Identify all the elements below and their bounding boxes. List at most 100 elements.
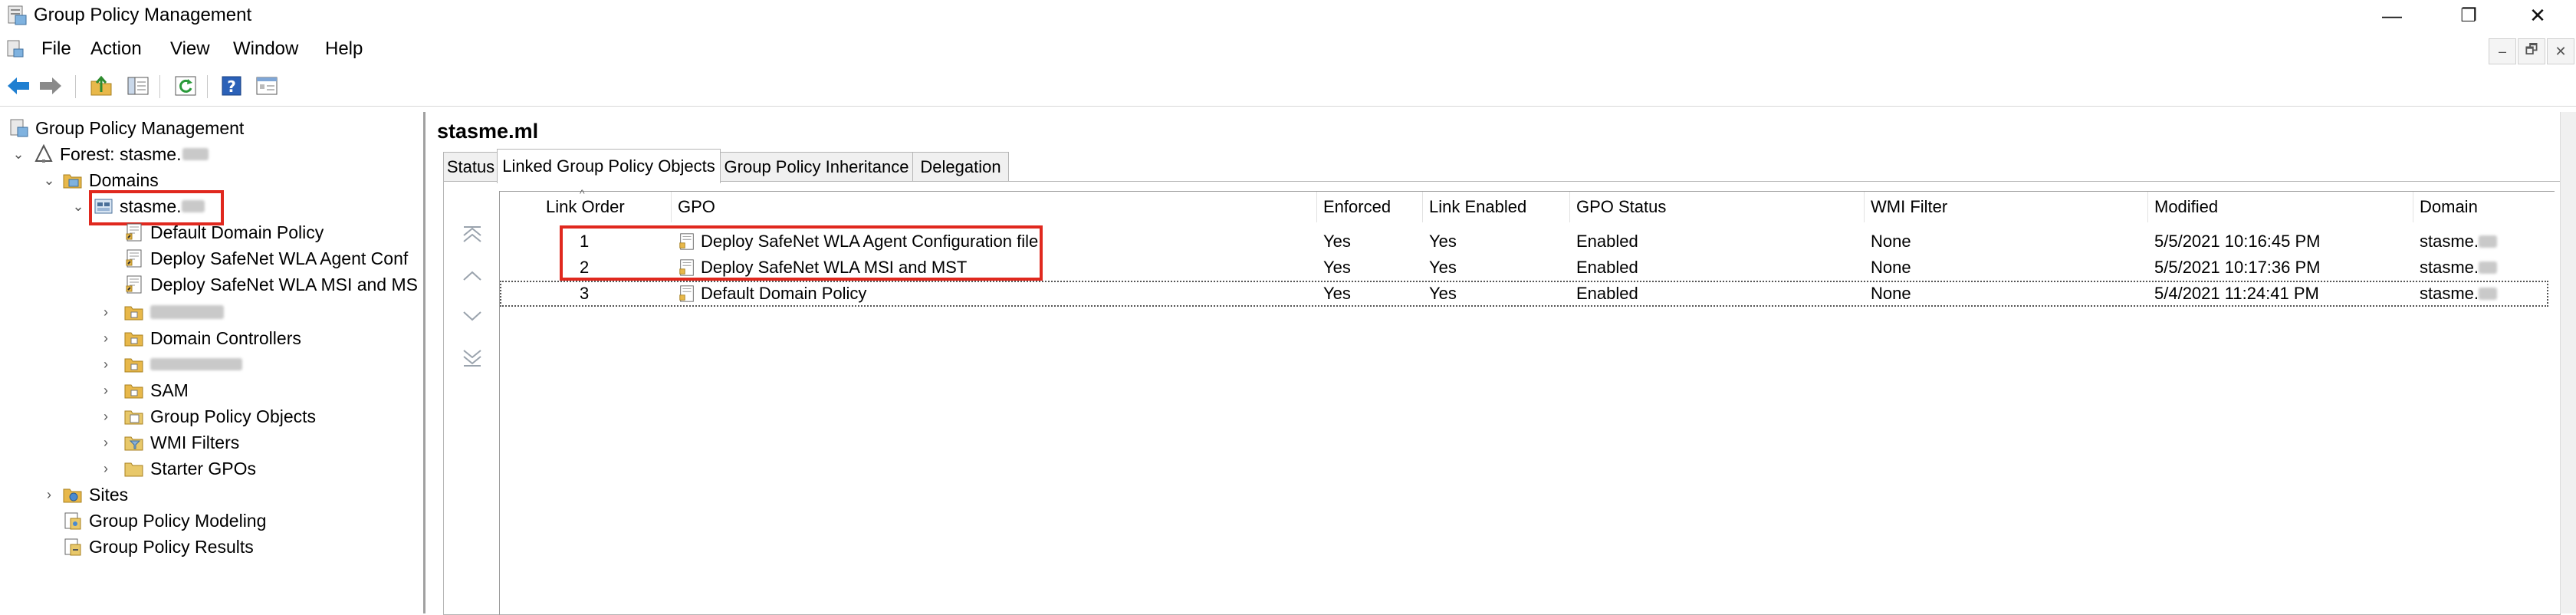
tree-domains[interactable]: Domains xyxy=(63,167,159,193)
tree-label: Deploy SafeNet WLA Agent Conf xyxy=(150,248,409,268)
cell-gpo-status: Enabled xyxy=(1576,232,1638,251)
toolbar-separator xyxy=(159,75,160,98)
cell-modified: 5/5/2021 10:16:45 PM xyxy=(2154,232,2321,251)
column-header-gpo[interactable]: GPO xyxy=(672,192,1317,222)
column-header-enforced[interactable]: Enforced xyxy=(1317,192,1423,222)
back-button[interactable] xyxy=(5,72,32,100)
column-header-modified[interactable]: Modified xyxy=(2148,192,2413,222)
menu-window[interactable]: Window xyxy=(233,38,298,60)
tree-starter-gpos[interactable]: Starter GPOs xyxy=(124,455,256,482)
ou-folder-icon xyxy=(124,358,143,373)
redacted-text xyxy=(2479,288,2498,300)
move-bottom-icon xyxy=(463,350,481,367)
move-to-bottom-button[interactable] xyxy=(459,343,485,369)
back-arrow-icon xyxy=(8,77,29,94)
expand-chevron-icon[interactable]: › xyxy=(97,351,115,377)
help-icon: ? xyxy=(222,76,242,96)
expand-chevron-icon[interactable]: › xyxy=(97,403,115,429)
move-down-button[interactable] xyxy=(459,303,485,329)
tree-ou-redacted[interactable] xyxy=(124,351,242,377)
cell-domain: stasme. xyxy=(2420,255,2498,281)
tree-root-gpm[interactable]: Group Policy Management xyxy=(9,115,244,141)
column-header-wmi-filter[interactable]: WMI Filter xyxy=(1865,192,2148,222)
cell-link-enabled: Yes xyxy=(1429,258,1457,277)
tree-label: Default Domain Policy xyxy=(150,222,324,242)
tree-group-policy-objects[interactable]: Group Policy Objects xyxy=(124,403,316,429)
tab-gp-inheritance[interactable]: Group Policy Inheritance xyxy=(719,152,914,182)
properties-icon xyxy=(256,77,278,95)
expand-chevron-icon[interactable]: › xyxy=(40,482,58,508)
menu-help[interactable]: Help xyxy=(325,38,363,60)
collapse-chevron-icon[interactable]: ⌄ xyxy=(9,141,28,167)
tree-ou-sam[interactable]: SAM xyxy=(124,377,189,403)
menu-view[interactable]: View xyxy=(170,38,210,60)
gp-results-icon xyxy=(64,538,81,556)
tab-delegation[interactable]: Delegation xyxy=(912,152,1009,182)
tree-gpo-link[interactable]: Deploy SafeNet WLA Agent Conf xyxy=(124,245,408,271)
gpo-link-icon xyxy=(126,223,142,242)
show-hide-tree-button[interactable] xyxy=(124,72,152,100)
expand-chevron-icon[interactable]: › xyxy=(97,455,115,482)
column-header-gpo-status[interactable]: GPO Status xyxy=(1570,192,1865,222)
mdi-close-button[interactable]: ✕ xyxy=(2547,38,2574,64)
tree-label: Deploy SafeNet WLA MSI and MS xyxy=(150,274,418,294)
forest-tree-icon xyxy=(34,144,53,163)
cell-domain: stasme. xyxy=(2420,281,2498,307)
column-header-link-order[interactable]: Link Order xyxy=(500,192,672,222)
redacted-text xyxy=(2479,235,2498,248)
tree-wmi-filters[interactable]: WMI Filters xyxy=(124,429,239,455)
gpo-link-icon xyxy=(126,249,142,268)
expand-chevron-icon[interactable]: › xyxy=(97,299,115,325)
cell-enforced: Yes xyxy=(1323,284,1351,303)
expand-chevron-icon[interactable]: › xyxy=(97,377,115,403)
svg-text:?: ? xyxy=(227,77,236,96)
cell-modified: 5/4/2021 11:24:41 PM xyxy=(2154,284,2319,303)
collapse-chevron-icon[interactable]: ⌄ xyxy=(69,193,87,219)
tree-gp-results[interactable]: Group Policy Results xyxy=(63,534,254,560)
menu-bar: File Action View Window Help xyxy=(0,32,2576,64)
expand-chevron-icon[interactable]: › xyxy=(97,325,115,351)
move-up-button[interactable] xyxy=(459,263,485,289)
sites-icon xyxy=(63,488,82,503)
redacted-text xyxy=(150,358,242,370)
move-down-icon xyxy=(463,311,481,321)
toolbar: ? xyxy=(0,67,2576,107)
refresh-button[interactable] xyxy=(172,72,199,100)
tab-linked-gpos[interactable]: Linked Group Policy Objects xyxy=(497,149,721,183)
tab-status[interactable]: Status xyxy=(443,152,498,182)
tree-gp-modeling[interactable]: Group Policy Modeling xyxy=(63,508,266,534)
table-row[interactable]: 3 Default Domain Policy Yes Yes Enabled … xyxy=(500,281,2548,307)
column-header-link-enabled[interactable]: Link Enabled xyxy=(1423,192,1570,222)
menu-file[interactable]: File xyxy=(41,38,71,60)
forward-button[interactable] xyxy=(37,72,64,100)
properties-button[interactable] xyxy=(253,72,281,100)
mdi-restore-button[interactable]: 🗗 xyxy=(2518,38,2545,64)
cell-link-order: 3 xyxy=(580,284,590,303)
close-button[interactable]: ✕ xyxy=(2507,0,2568,31)
vertical-scrollbar[interactable] xyxy=(2560,112,2576,613)
domain-text: stasme. xyxy=(2420,258,2479,277)
minimize-button[interactable]: — xyxy=(2361,0,2423,31)
up-one-level-button[interactable] xyxy=(87,72,115,100)
cell-modified: 5/5/2021 10:17:36 PM xyxy=(2154,258,2321,277)
cell-wmi-filter: None xyxy=(1871,258,1911,277)
redacted-text xyxy=(182,148,209,160)
tree-domain-controllers[interactable]: Domain Controllers xyxy=(124,325,301,351)
move-to-top-button[interactable] xyxy=(459,223,485,249)
tree-ou-redacted[interactable] xyxy=(124,299,224,325)
console-tree: Group Policy Management ⌄ Forest: stasme… xyxy=(0,112,426,613)
restore-button[interactable]: ❐ xyxy=(2438,0,2499,31)
details-pane: stasme.ml Status Linked Group Policy Obj… xyxy=(428,112,2576,615)
tree-sites[interactable]: Sites xyxy=(63,482,128,508)
tree-gpo-link[interactable]: Deploy SafeNet WLA MSI and MS xyxy=(124,271,418,298)
help-button[interactable]: ? xyxy=(218,72,245,100)
tree-forest[interactable]: Forest: stasme. xyxy=(34,141,209,167)
cell-link-enabled: Yes xyxy=(1429,232,1457,251)
forward-arrow-icon xyxy=(40,77,61,94)
collapse-chevron-icon[interactable]: ⌄ xyxy=(40,167,58,193)
tree-gpo-link[interactable]: Default Domain Policy xyxy=(124,219,324,245)
mdi-minimize-button[interactable]: – xyxy=(2489,38,2516,64)
expand-chevron-icon[interactable]: › xyxy=(97,429,115,455)
menu-action[interactable]: Action xyxy=(90,38,142,60)
column-header-domain[interactable]: Domain xyxy=(2413,192,2548,222)
